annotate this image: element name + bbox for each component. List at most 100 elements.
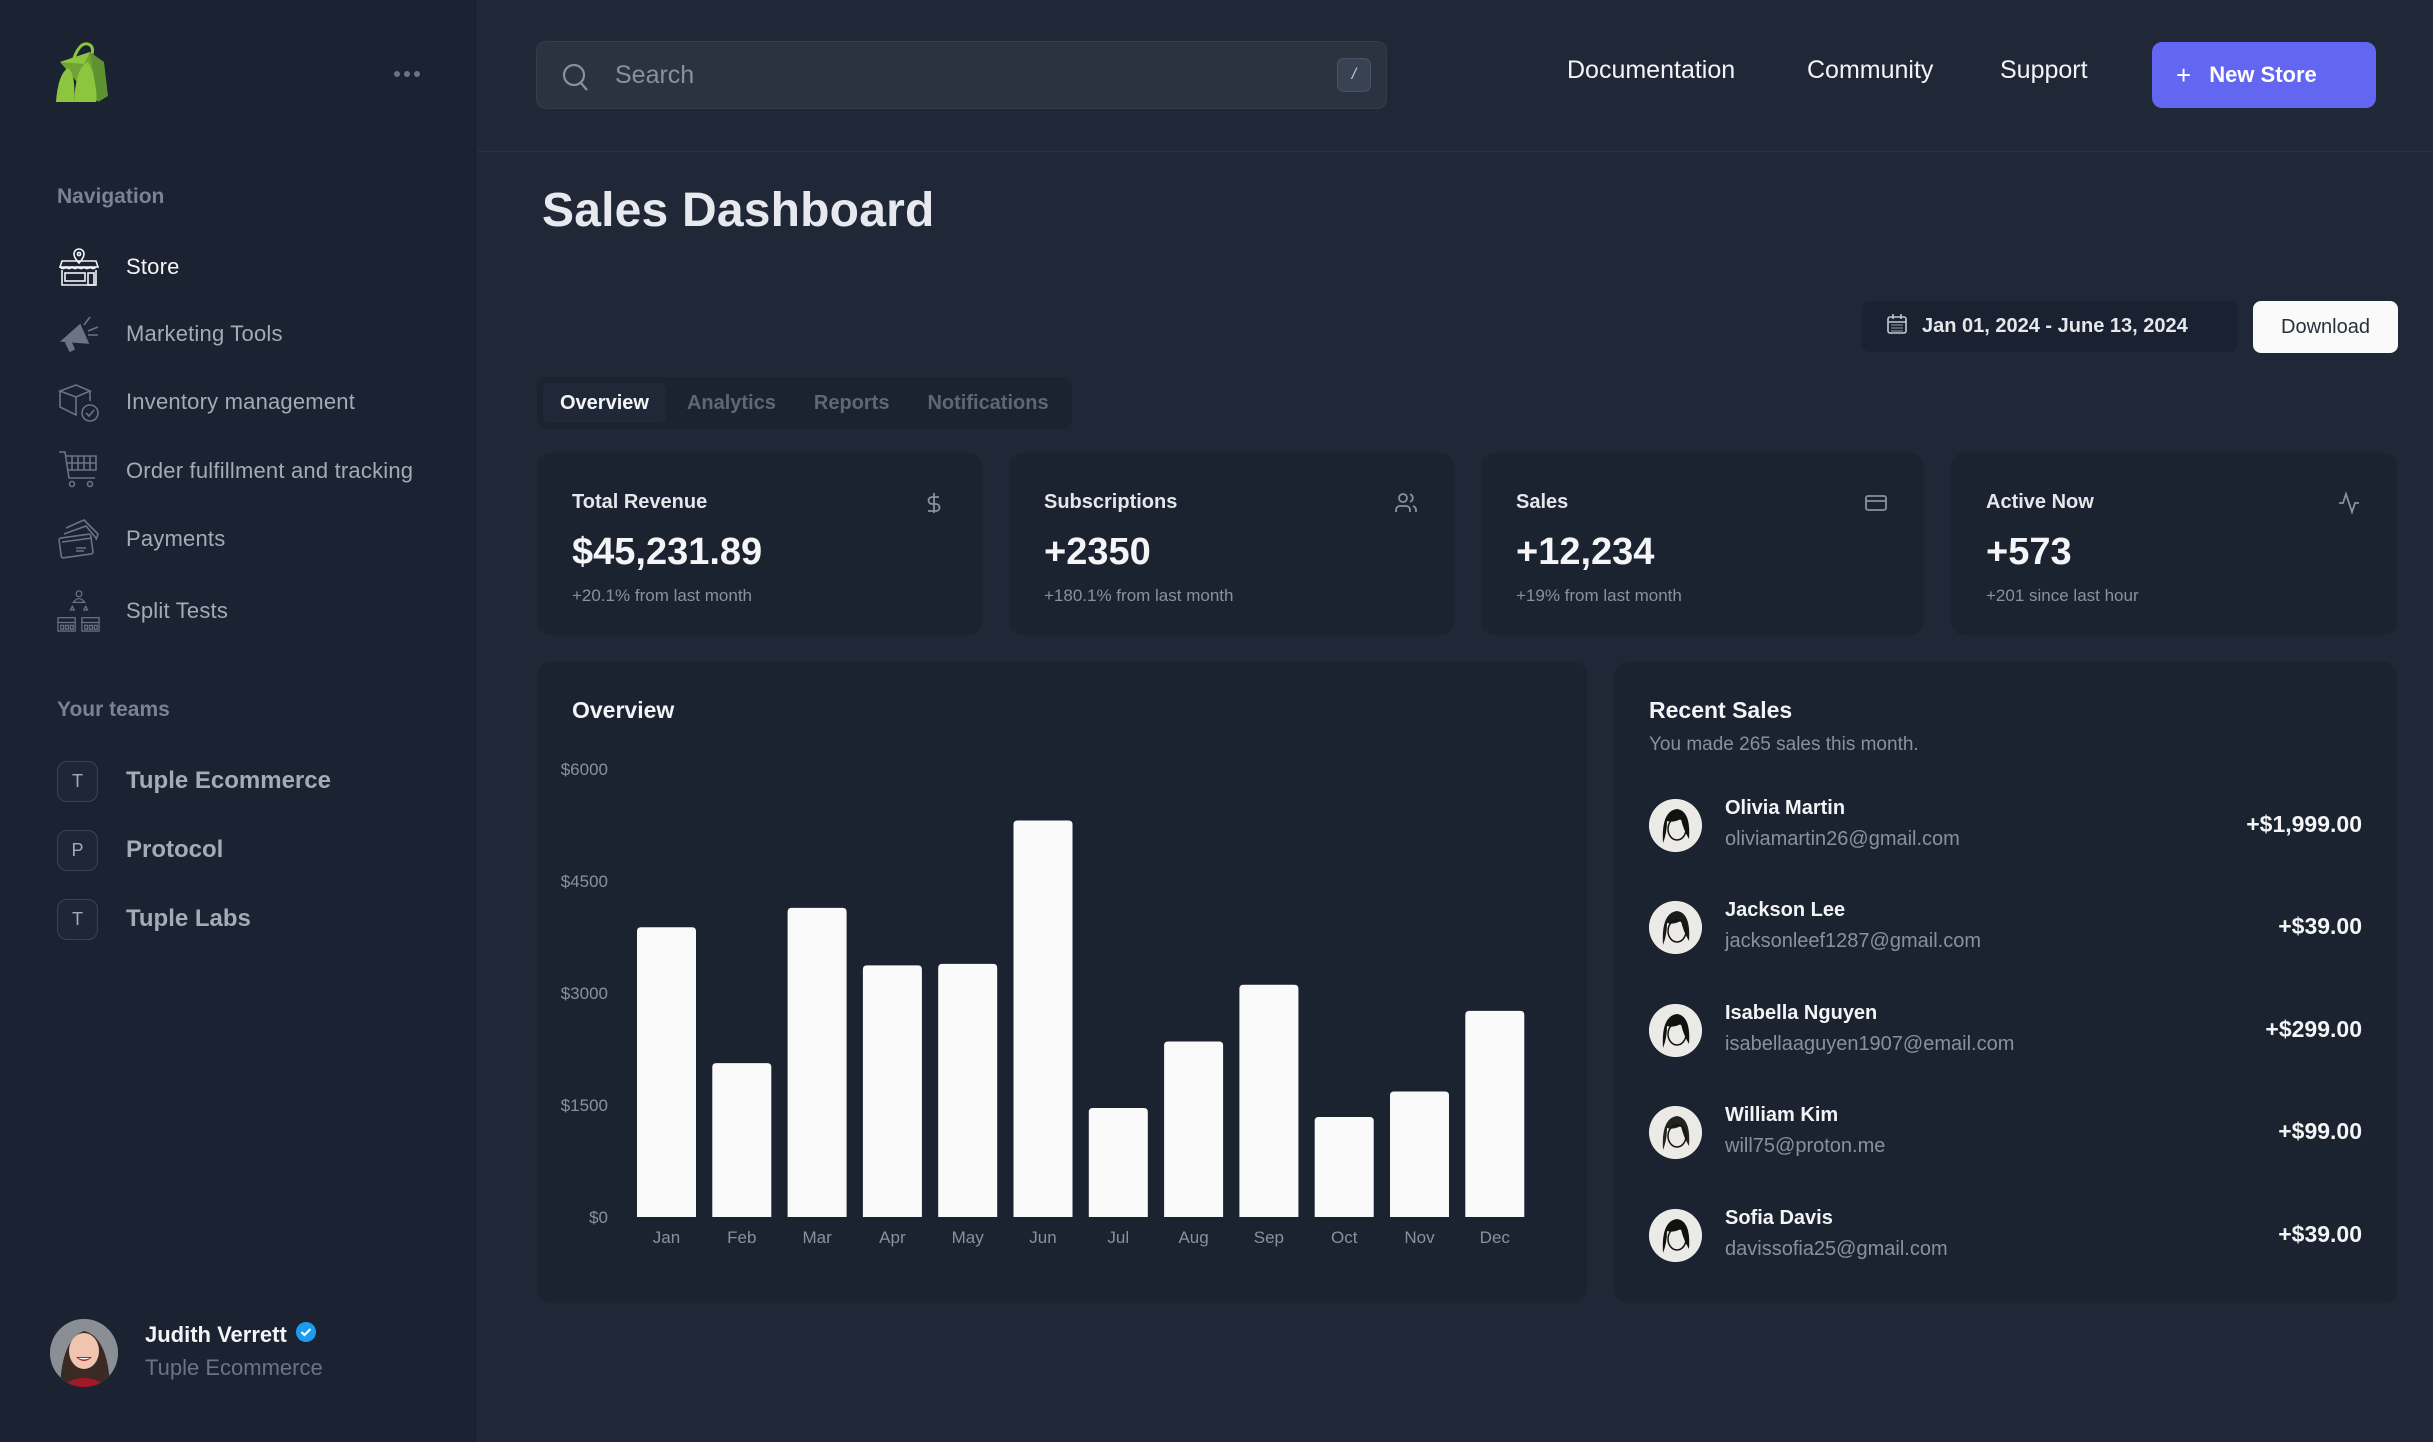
activity-icon bbox=[2337, 491, 2361, 515]
sidebar-item-label: Order fulfillment and tracking bbox=[126, 458, 414, 483]
sale-list-item[interactable]: Jackson Lee jacksonleef1287@gmail.com +$39… bbox=[1649, 897, 2362, 957]
bar-aug[interactable] bbox=[1164, 1041, 1224, 1217]
navigation-heading: Navigation bbox=[57, 185, 165, 208]
search-shortcut-key: / bbox=[1337, 58, 1371, 92]
recent-sales-title: Recent Sales bbox=[1649, 697, 1793, 723]
shopping-bag-logo-icon[interactable] bbox=[54, 38, 112, 106]
customer-name: Jackson Lee bbox=[1725, 899, 1846, 921]
x-tick-label: Oct bbox=[1331, 1228, 1358, 1247]
x-tick-label: Apr bbox=[879, 1228, 906, 1247]
team-initial-badge: T bbox=[57, 898, 98, 940]
customer-name: Olivia Martin bbox=[1725, 797, 1846, 819]
user-profile[interactable]: Judith Verrett Tuple Ecommerce bbox=[50, 1319, 430, 1389]
customer-email: isabellaaguyen1907@email.com bbox=[1725, 1033, 2015, 1055]
bar-apr[interactable] bbox=[862, 965, 922, 1217]
search-icon bbox=[561, 62, 591, 97]
download-button[interactable]: Download bbox=[2253, 301, 2398, 353]
bar-jul[interactable] bbox=[1088, 1107, 1148, 1217]
sidebar-item-payments[interactable]: Payments bbox=[57, 511, 437, 567]
bar-nov[interactable] bbox=[1390, 1091, 1449, 1217]
sidebar-item-label: Payments bbox=[126, 526, 226, 551]
x-tick-label: Aug bbox=[1178, 1228, 1208, 1247]
sale-amount: +$99.00 bbox=[2278, 1118, 2362, 1144]
sidebar-item-label: Marketing Tools bbox=[126, 321, 283, 346]
bar-may[interactable] bbox=[938, 963, 998, 1217]
customer-email: davissofia25@gmail.com bbox=[1725, 1238, 1948, 1260]
y-tick-label: $4500 bbox=[561, 872, 608, 891]
avatar bbox=[1649, 799, 1702, 852]
team-label: Tuple Labs bbox=[126, 905, 251, 932]
tab-notifications[interactable]: Notifications bbox=[910, 383, 1065, 423]
bar-oct[interactable] bbox=[1314, 1116, 1374, 1217]
sale-amount: +$299.00 bbox=[2265, 1016, 2362, 1042]
x-tick-label: Feb bbox=[727, 1228, 756, 1247]
bar-chart: $0 $1500 $3000 $4500 $6000 Jan Feb Mar Apr May Jun… bbox=[561, 760, 1525, 1247]
user-team: Tuple Ecommerce bbox=[145, 1355, 323, 1380]
customer-email: oliviamartin26@gmail.com bbox=[1725, 828, 1960, 850]
stat-value: $45,231.89 bbox=[572, 531, 763, 573]
y-tick-label: $0 bbox=[589, 1208, 608, 1227]
page-title: Sales Dashboard bbox=[542, 184, 935, 237]
bar-feb[interactable] bbox=[712, 1063, 772, 1217]
sale-amount: +$1,999.00 bbox=[2246, 811, 2362, 837]
tab-analytics[interactable]: Analytics bbox=[670, 383, 793, 423]
y-tick-label: $3000 bbox=[561, 984, 608, 1003]
dot bbox=[394, 71, 400, 77]
team-label: Tuple Ecommerce bbox=[126, 767, 331, 794]
tab-bar: Overview Analytics Reports Notifications bbox=[537, 377, 1072, 429]
dot bbox=[404, 71, 410, 77]
credit-cards-icon bbox=[57, 517, 101, 561]
sale-amount: +$39.00 bbox=[2278, 913, 2362, 939]
stat-card-sales: Sales +12,234 +19% from last month bbox=[1481, 453, 1924, 635]
tab-overview[interactable]: Overview bbox=[543, 383, 666, 423]
bar-mar[interactable] bbox=[787, 907, 847, 1217]
sale-list-item[interactable]: Olivia Martin oliviamartin26@gmail.com +$1… bbox=[1649, 795, 2362, 855]
customer-email: will75@proton.me bbox=[1725, 1135, 1886, 1157]
dot bbox=[414, 71, 420, 77]
bar-dec[interactable] bbox=[1465, 1010, 1525, 1217]
stat-title: Active Now bbox=[1986, 491, 2094, 513]
users-icon bbox=[1394, 491, 1418, 515]
x-tick-label: Dec bbox=[1480, 1228, 1511, 1247]
sidebar-item-marketing-tools[interactable]: Marketing Tools bbox=[57, 306, 437, 362]
team-initial-badge: P bbox=[57, 829, 98, 871]
community-link[interactable]: Community bbox=[1807, 56, 1933, 85]
customer-name: William Kim bbox=[1725, 1104, 1839, 1126]
team-item-tuple-labs[interactable]: T Tuple Labs bbox=[57, 897, 417, 941]
support-link[interactable]: Support bbox=[2000, 56, 2088, 85]
store-icon bbox=[57, 245, 101, 289]
search-bar[interactable]: / bbox=[536, 41, 1387, 109]
dollar-icon bbox=[922, 491, 946, 515]
stat-card-active-now: Active Now +573 +201 since last hour bbox=[1951, 453, 2397, 635]
more-options-button[interactable] bbox=[390, 62, 424, 86]
x-tick-label: Nov bbox=[1404, 1228, 1435, 1247]
stat-change: +19% from last month bbox=[1516, 586, 1682, 605]
bar-jun[interactable] bbox=[1013, 820, 1073, 1217]
search-input[interactable] bbox=[615, 42, 1275, 108]
documentation-link[interactable]: Documentation bbox=[1567, 56, 1735, 85]
date-range-picker[interactable]: Jan 01, 2024 - June 13, 2024 bbox=[1862, 301, 2238, 352]
user-name: Judith Verrett bbox=[145, 1322, 287, 1347]
date-range-value: Jan 01, 2024 - June 13, 2024 bbox=[1922, 315, 2188, 337]
bar-jan[interactable] bbox=[637, 927, 696, 1217]
y-tick-label: $1500 bbox=[561, 1096, 608, 1115]
bar-sep[interactable] bbox=[1239, 984, 1299, 1217]
avatar bbox=[1649, 1209, 1702, 1262]
team-item-protocol[interactable]: P Protocol bbox=[57, 828, 417, 872]
stat-value: +573 bbox=[1986, 531, 2072, 573]
sidebar-item-store[interactable]: Store bbox=[57, 239, 437, 295]
sidebar-item-inventory-management[interactable]: Inventory management bbox=[57, 374, 437, 430]
sale-list-item[interactable]: Sofia Davis davissofia25@gmail.com +$39.00 bbox=[1649, 1205, 2362, 1265]
sidebar-item-order-fulfillment[interactable]: Order fulfillment and tracking bbox=[57, 443, 437, 499]
sidebar-item-split-tests[interactable]: Split Tests bbox=[57, 583, 437, 639]
customer-email: jacksonleef1287@gmail.com bbox=[1725, 930, 1981, 952]
new-store-button[interactable]: + New Store bbox=[2152, 42, 2376, 108]
tab-reports[interactable]: Reports bbox=[797, 383, 907, 423]
team-label: Protocol bbox=[126, 836, 224, 863]
recent-sales-subtitle: You made 265 sales this month. bbox=[1649, 734, 1919, 755]
team-item-tuple-ecommerce[interactable]: T Tuple Ecommerce bbox=[57, 759, 417, 803]
ab-test-icon bbox=[57, 589, 101, 633]
sale-list-item[interactable]: William Kim will75@proton.me +$99.00 bbox=[1649, 1102, 2362, 1162]
sale-list-item[interactable]: Isabella Nguyen isabellaaguyen1907@email.… bbox=[1649, 1000, 2362, 1060]
stat-value: +12,234 bbox=[1516, 531, 1655, 573]
